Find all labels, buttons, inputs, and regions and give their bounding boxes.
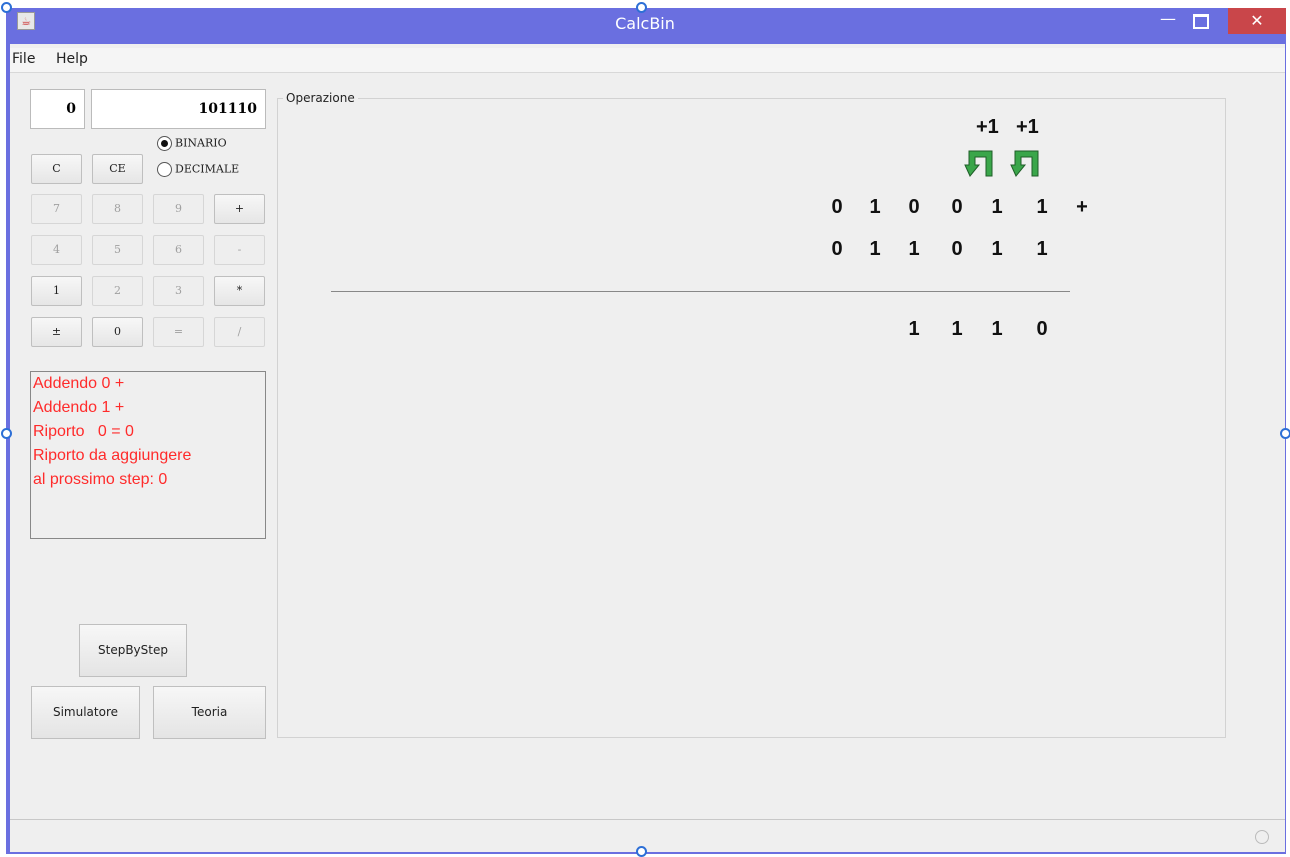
resize-handle-right[interactable] <box>1280 428 1290 439</box>
key-9[interactable]: 9 <box>153 194 204 224</box>
addend2-digit: 0 <box>831 238 843 260</box>
secondary-display[interactable]: 0 <box>30 89 85 129</box>
addend2-digit: 0 <box>951 238 963 260</box>
clear-entry-button[interactable]: CE <box>92 154 143 184</box>
info-line: Addendo 0 + <box>33 375 125 392</box>
main-display[interactable]: 101110 <box>91 89 266 129</box>
maximize-button[interactable] <box>1186 8 1216 32</box>
addend2-digit: 1 <box>1036 238 1048 260</box>
carry-label: +1 <box>1016 116 1039 138</box>
menu-help[interactable]: Help <box>56 51 88 67</box>
radio-decimale[interactable]: DECIMALE <box>157 162 239 177</box>
window-title: CalcBin <box>615 14 675 33</box>
close-button[interactable]: ✕ <box>1228 8 1286 34</box>
subtract-button[interactable]: - <box>214 235 265 265</box>
menu-file[interactable]: File <box>12 51 35 67</box>
menu-bar: File Help <box>10 48 1285 73</box>
info-line: Riporto da aggiungere <box>33 447 192 464</box>
status-indicator-icon <box>1255 830 1269 844</box>
step-by-step-button[interactable]: StepByStep <box>79 624 187 677</box>
status-bar <box>10 819 1285 852</box>
key-8[interactable]: 8 <box>92 194 143 224</box>
addend1-digit: 0 <box>908 196 920 218</box>
simulator-button[interactable]: Simulatore <box>31 686 140 739</box>
operator-sign: + <box>1076 196 1088 218</box>
operation-panel-title: Operazione <box>283 91 358 105</box>
radio-binario-dot[interactable] <box>157 136 172 151</box>
key-7[interactable]: 7 <box>31 194 82 224</box>
resize-handle-top[interactable] <box>636 2 647 13</box>
addend1-digit: 1 <box>869 196 881 218</box>
result-digit: 1 <box>951 318 963 340</box>
radio-decimale-label: DECIMALE <box>175 162 240 176</box>
addend2-digit: 1 <box>908 238 920 260</box>
addend1-digit: 0 <box>951 196 963 218</box>
info-line: Riporto 0 = 0 <box>33 423 134 440</box>
carry-arrow-icon <box>1010 150 1039 177</box>
add-button[interactable]: + <box>214 194 265 224</box>
key-1[interactable]: 1 <box>31 276 82 306</box>
resize-handle-left[interactable] <box>1 428 12 439</box>
addend1-digit: 1 <box>991 196 1003 218</box>
minimize-button[interactable]: — <box>1153 8 1183 32</box>
carry-label: +1 <box>976 116 999 138</box>
key-6[interactable]: 6 <box>153 235 204 265</box>
clear-button[interactable]: C <box>31 154 82 184</box>
result-digit: 1 <box>908 318 920 340</box>
radio-decimale-dot[interactable] <box>157 162 172 177</box>
equals-button[interactable]: = <box>153 317 204 347</box>
addend1-digit: 1 <box>1036 196 1048 218</box>
divide-button[interactable]: / <box>214 317 265 347</box>
step-info-box: Addendo 0 + Addendo 1 + Riporto 0 = 0 Ri… <box>30 371 266 539</box>
key-3[interactable]: 3 <box>153 276 204 306</box>
result-digit: 0 <box>1036 318 1048 340</box>
multiply-button[interactable]: * <box>214 276 265 306</box>
key-4[interactable]: 4 <box>31 235 82 265</box>
key-0[interactable]: 0 <box>92 317 143 347</box>
info-line: al prossimo step: 0 <box>33 471 168 488</box>
addend2-digit: 1 <box>869 238 881 260</box>
resize-handle-bottom[interactable] <box>636 846 647 857</box>
key-2[interactable]: 2 <box>92 276 143 306</box>
addend2-digit: 1 <box>991 238 1003 260</box>
sum-divider <box>331 291 1070 292</box>
resize-handle-top-left[interactable] <box>1 2 12 13</box>
info-line: Addendo 1 + <box>33 399 125 416</box>
result-digit: 1 <box>991 318 1003 340</box>
theory-button[interactable]: Teoria <box>153 686 266 739</box>
carry-arrow-icon <box>964 150 993 177</box>
radio-binario[interactable]: BINARIO <box>157 136 227 151</box>
operation-panel <box>277 98 1226 738</box>
radio-binario-label: BINARIO <box>175 136 227 150</box>
key-5[interactable]: 5 <box>92 235 143 265</box>
sign-button[interactable]: ± <box>31 317 82 347</box>
addend1-digit: 0 <box>831 196 843 218</box>
